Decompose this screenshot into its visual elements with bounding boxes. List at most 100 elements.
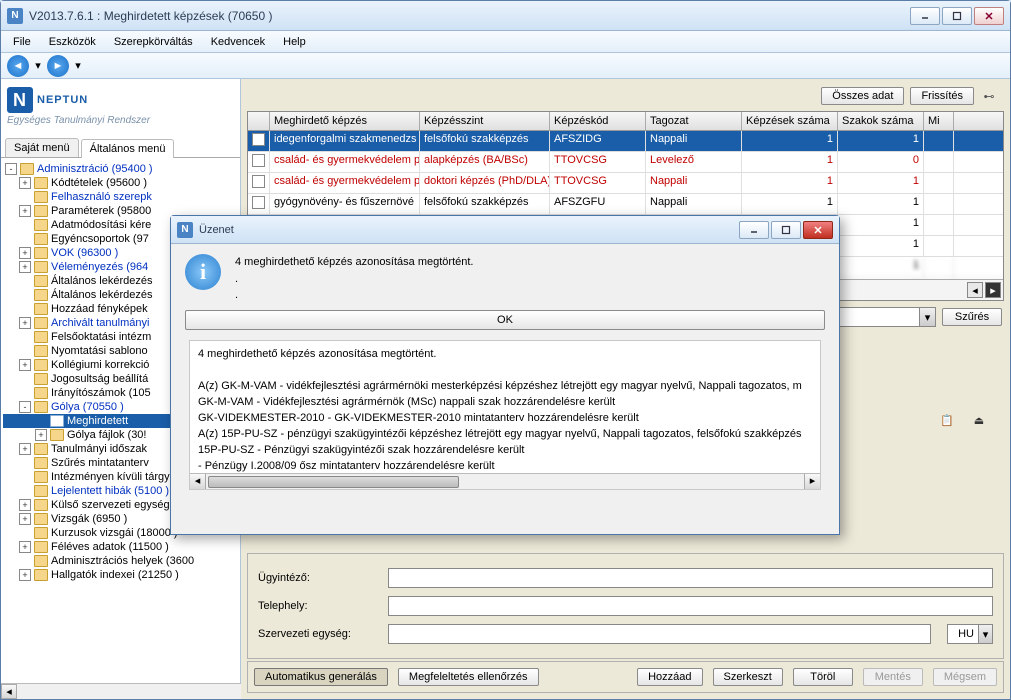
detail-scroll-right[interactable]: ▸: [804, 474, 820, 489]
expander-icon[interactable]: +: [19, 205, 31, 217]
dialog-detail-box[interactable]: 4 meghirdethető képzés azonosítása megtö…: [189, 340, 821, 490]
tab-own-menu[interactable]: Saját menü: [5, 138, 79, 157]
table-cell: [924, 131, 954, 151]
szervezeti-input[interactable]: [388, 624, 931, 644]
expander-icon[interactable]: +: [19, 261, 31, 273]
ugyintezo-input[interactable]: [388, 568, 993, 588]
grid-scroll-right[interactable]: ▸: [985, 282, 1001, 298]
clipboard-icon[interactable]: 📋: [936, 409, 958, 431]
column-header[interactable]: Képzésszint: [420, 112, 550, 130]
pin-icon[interactable]: ⊷: [980, 87, 998, 105]
table-row[interactable]: család- és gyermekvédelem palapképzés (B…: [248, 152, 1003, 173]
dialog-close-button[interactable]: [803, 221, 833, 239]
table-row[interactable]: gyógynövény- és fűszernövéfelsőfokú szak…: [248, 194, 1003, 215]
tree-node[interactable]: +Hallgatók indexei (21250 ): [3, 568, 238, 582]
expander-icon[interactable]: +: [19, 499, 31, 511]
detail-scroll-left[interactable]: ◂: [190, 474, 206, 489]
grid-header[interactable]: Meghirdető képzésKépzésszintKépzéskódTag…: [248, 112, 1003, 131]
table-cell: Nappali: [646, 173, 742, 193]
nav-back-dropdown[interactable]: ▾: [33, 55, 43, 77]
tree-node[interactable]: +Kódtételek (95600 ): [3, 176, 238, 190]
expander-icon[interactable]: +: [19, 513, 31, 525]
expander-icon[interactable]: +: [19, 247, 31, 259]
table-row[interactable]: család- és gyermekvédelem pdoktori képzé…: [248, 173, 1003, 194]
info-icon: i: [185, 254, 221, 290]
dialog-message: 4 meghirdethető képzés azonosítása megtö…: [185, 254, 825, 304]
refresh-button[interactable]: Frissítés: [910, 87, 974, 105]
minimize-button[interactable]: [910, 7, 940, 25]
column-header[interactable]: Mi: [924, 112, 954, 130]
edit-button[interactable]: Szerkeszt: [713, 668, 783, 686]
telephely-input[interactable]: [388, 596, 993, 616]
ok-button[interactable]: OK: [185, 310, 825, 330]
menu-role[interactable]: Szerepkörváltás: [106, 34, 201, 50]
expander-icon[interactable]: +: [19, 443, 31, 455]
tree-node[interactable]: Adminisztrációs helyek (3600: [3, 554, 238, 568]
table-cell: [924, 257, 954, 277]
table-cell: [248, 173, 270, 193]
expander-icon[interactable]: +: [19, 541, 31, 553]
close-button[interactable]: [974, 7, 1004, 25]
row-checkbox[interactable]: [252, 175, 265, 188]
column-header[interactable]: Tagozat: [646, 112, 742, 130]
details-panel: Ügyintéző: Telephely: Szervezeti egység:…: [247, 553, 1004, 659]
menu-fav[interactable]: Kedvencek: [203, 34, 273, 50]
tree-node[interactable]: -Adminisztráció (95400 ): [3, 162, 238, 176]
scroll-left-button[interactable]: ◂: [1, 684, 17, 699]
folder-icon: [34, 261, 48, 273]
add-button[interactable]: Hozzáad: [637, 668, 702, 686]
table-cell: AFSZGFU: [550, 194, 646, 214]
table-cell: idegenforgalmi szakmenedzs: [270, 131, 420, 151]
tree-node[interactable]: Felhasználó szerepk: [3, 190, 238, 204]
tree-node[interactable]: +Féléves adatok (11500 ): [3, 540, 238, 554]
delete-button[interactable]: Töröl: [793, 668, 853, 686]
expander-icon[interactable]: +: [19, 177, 31, 189]
tree-node-label: Szűrés mintatanterv: [51, 457, 149, 469]
column-header[interactable]: Képzések száma: [742, 112, 838, 130]
detail-scroll-thumb[interactable]: [208, 476, 459, 488]
eject-icon[interactable]: ⏏: [968, 409, 990, 431]
lang-combo[interactable]: HU▾: [947, 624, 993, 644]
table-cell: 1: [838, 215, 924, 235]
expander-icon[interactable]: -: [19, 401, 31, 413]
table-row[interactable]: idegenforgalmi szakmenedzsfelsőfokú szak…: [248, 131, 1003, 152]
expander-icon[interactable]: +: [35, 429, 47, 441]
row-checkbox[interactable]: [252, 154, 265, 167]
dialog-minimize-button[interactable]: [739, 221, 769, 239]
expander-icon[interactable]: +: [19, 317, 31, 329]
menu-tools[interactable]: Eszközök: [41, 34, 104, 50]
nav-forward-button[interactable]: ►: [47, 55, 69, 77]
table-cell: [924, 173, 954, 193]
table-cell: 1: [838, 278, 924, 279]
dialog-title: Üzenet: [199, 224, 739, 236]
column-header[interactable]: Képzéskód: [550, 112, 646, 130]
scroll-track[interactable]: [17, 684, 241, 699]
menu-help[interactable]: Help: [275, 34, 314, 50]
expander-icon[interactable]: +: [19, 569, 31, 581]
column-header[interactable]: Meghirdető képzés: [270, 112, 420, 130]
tree-node-label: Felsőoktatási intézm: [51, 331, 151, 343]
nav-back-button[interactable]: ◄: [7, 55, 29, 77]
expander-icon[interactable]: -: [5, 163, 17, 175]
tree-node-label: Irányítószámok (105: [51, 387, 151, 399]
row-checkbox[interactable]: [252, 133, 265, 146]
tree-hscrollbar[interactable]: ◂ ▸: [1, 683, 241, 699]
menu-file[interactable]: File: [5, 34, 39, 50]
maximize-button[interactable]: [942, 7, 972, 25]
column-header[interactable]: [248, 112, 270, 130]
row-checkbox[interactable]: [252, 196, 265, 209]
grid-scroll-left[interactable]: ◂: [967, 282, 983, 298]
auto-generate-button[interactable]: Automatikus generálás: [254, 668, 388, 686]
dialog-maximize-button[interactable]: [771, 221, 801, 239]
column-header[interactable]: Szakok száma: [838, 112, 924, 130]
folder-icon: [34, 205, 48, 217]
filter-button[interactable]: Szűrés: [942, 308, 1002, 326]
detail-hscrollbar[interactable]: ◂ ▸: [190, 473, 820, 489]
folder-icon: [34, 247, 48, 259]
tab-general-menu[interactable]: Általános menü: [81, 139, 175, 158]
expander-icon[interactable]: +: [19, 359, 31, 371]
check-button[interactable]: Megfeleltetés ellenőrzés: [398, 668, 539, 686]
tree-node-label: Jogosultság beállítá: [51, 373, 148, 385]
all-data-button[interactable]: Összes adat: [821, 87, 904, 105]
nav-forward-dropdown[interactable]: ▾: [73, 55, 83, 77]
